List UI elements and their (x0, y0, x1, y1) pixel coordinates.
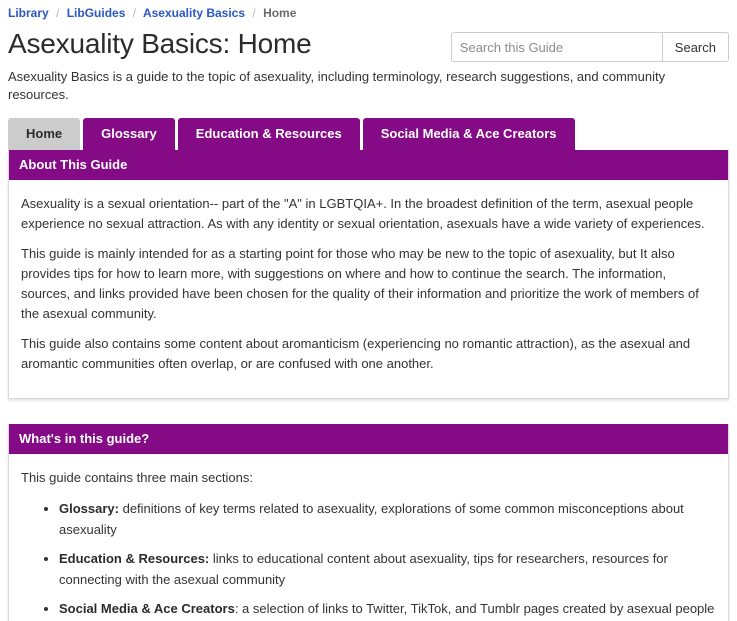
tab-social-media-ace-creators[interactable]: Social Media & Ace Creators (362, 118, 575, 150)
libguides-page: Library / LibGuides / Asexuality Basics … (0, 0, 737, 621)
about-paragraph: This guide also contains some content ab… (21, 336, 691, 371)
page-title: Asexuality Basics: Home (8, 28, 312, 59)
search-button[interactable]: Search (661, 32, 729, 62)
breadcrumb-item-home: Home (263, 6, 297, 20)
breadcrumb: Library / LibGuides / Asexuality Basics … (0, 0, 737, 23)
box-body-whats-in-guide: This guide contains three main sections:… (9, 454, 728, 621)
list-item-term: Social Media & Ace Creators (59, 601, 235, 616)
box-title-whats-in-guide: What's in this guide? (9, 424, 728, 454)
breadcrumb-item-asexuality-basics[interactable]: Asexuality Basics (143, 6, 245, 20)
search-input[interactable] (450, 32, 662, 62)
box-about-this-guide: About This Guide Asexuality is a sexual … (8, 150, 729, 399)
list-item-description: : a selection of links to Twitter, TikTo… (234, 601, 715, 616)
about-paragraph: Asexuality is a sexual orientation-- par… (21, 196, 705, 231)
tab-education-resources[interactable]: Education & Resources (177, 118, 360, 150)
box-whats-in-this-guide: What's in this guide? This guide contain… (8, 424, 729, 621)
breadcrumb-separator: / (56, 6, 60, 20)
breadcrumb-separator: / (132, 6, 137, 20)
tab-glossary[interactable]: Glossary (83, 118, 175, 150)
whats-in-guide-intro: This guide contains three main sections: (21, 470, 253, 485)
tab-home[interactable]: Home (8, 118, 81, 150)
list-item-term: Glossary: (59, 501, 119, 516)
title-row: Asexuality Basics: Home Search (0, 23, 737, 62)
guide-search: Search (450, 32, 729, 62)
breadcrumb-separator: / (252, 6, 256, 20)
list-item-term: Education & Resources: (59, 551, 210, 566)
guide-description: Asexuality Basics is a guide to the topi… (8, 69, 666, 102)
guide-tabs: Home Glossary Education & Resources Soci… (0, 104, 737, 150)
list-item: Social Media & Ace Creators: a selection… (59, 598, 716, 619)
breadcrumb-item-library[interactable]: Library (8, 6, 49, 20)
box-title-about: About This Guide (9, 150, 728, 180)
about-paragraph: This guide is mainly intended for as a s… (21, 246, 699, 321)
list-item: Glossary: definitions of key terms relat… (59, 498, 716, 540)
box-body-about: Asexuality is a sexual orientation-- par… (9, 180, 728, 398)
breadcrumb-item-libguides[interactable]: LibGuides (67, 6, 126, 20)
list-item-description: definitions of key terms related to asex… (59, 501, 684, 537)
guide-sections-list: Glossary: definitions of key terms relat… (21, 498, 716, 619)
list-item: Education & Resources: links to educatio… (59, 548, 716, 590)
main-content: About This Guide Asexuality is a sexual … (0, 150, 737, 621)
